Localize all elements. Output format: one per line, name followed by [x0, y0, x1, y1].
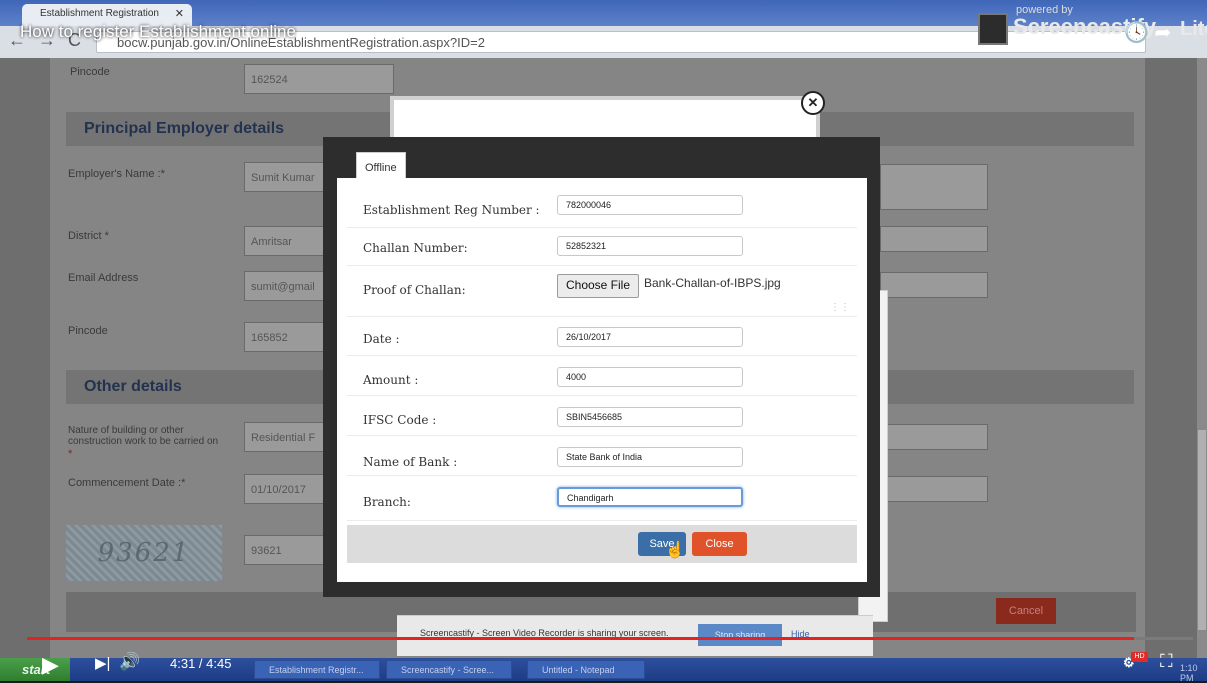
- captcha-input[interactable]: 93621: [244, 535, 324, 565]
- captcha-image: 93621: [66, 525, 222, 581]
- district-right-select[interactable]: [880, 226, 988, 252]
- tab-close-icon[interactable]: ✕: [175, 4, 184, 24]
- watermark-suffix: Lite: [1180, 18, 1207, 40]
- commencement-right-field[interactable]: [880, 476, 988, 502]
- commencement-field[interactable]: 01/10/2017: [244, 474, 324, 504]
- tab-title: Establishment Registration: [40, 8, 159, 19]
- hd-badge: HD: [1131, 652, 1148, 662]
- left-gutter: [0, 58, 50, 658]
- taskbar-clock: 1:10 PM: [1180, 663, 1198, 683]
- start-button[interactable]: start: [0, 658, 70, 681]
- reg-number-label: Establishment Reg Number :: [363, 203, 540, 217]
- district-label: District *: [68, 230, 109, 242]
- email-right-field[interactable]: [880, 272, 988, 298]
- fullscreen-exit-icon[interactable]: ⛶: [1160, 651, 1173, 672]
- ifsc-label: IFSC Code :: [363, 413, 437, 427]
- watch-later-share-icons[interactable]: 🕓 ➦: [1124, 20, 1171, 45]
- scrollbar-thumb[interactable]: [1198, 430, 1206, 630]
- nature-label: Nature of building or other construction…: [68, 425, 219, 447]
- next-icon[interactable]: ▶|: [95, 654, 110, 672]
- tab-offline[interactable]: Offline: [356, 152, 406, 180]
- employer-name-label: Employer's Name :*: [68, 168, 165, 180]
- branch-label: Branch:: [363, 495, 411, 509]
- task-establishment[interactable]: Establishment Registr...: [254, 660, 380, 679]
- challan-number-input[interactable]: 52852321: [557, 236, 743, 256]
- pincode-top-label: Pincode: [70, 66, 110, 78]
- bank-name-label: Name of Bank :: [363, 455, 458, 469]
- modal-footer: [347, 525, 857, 563]
- amount-label: Amount :: [363, 373, 419, 387]
- email-field[interactable]: sumit@gmail: [244, 271, 324, 301]
- email-label: Email Address: [68, 272, 139, 284]
- right-gutter: [1145, 58, 1200, 658]
- hand-cursor-icon: ☝: [665, 542, 685, 559]
- file-name: Bank-Challan-of-IBPS.jpg: [644, 276, 781, 290]
- volume-icon[interactable]: 🔊: [119, 652, 140, 672]
- pincode-label: Pincode: [68, 325, 108, 337]
- proof-challan-label: Proof of Challan:: [363, 283, 466, 297]
- task-screencastify[interactable]: Screencastify - Scree...: [386, 660, 512, 679]
- grip-icon: ⋮⋮: [830, 302, 850, 313]
- pincode-field[interactable]: 165852: [244, 322, 324, 352]
- close-button[interactable]: Close: [692, 532, 747, 556]
- amount-input[interactable]: 4000: [557, 367, 743, 387]
- nature-right-select[interactable]: [880, 424, 988, 450]
- close-circle-icon[interactable]: ✕: [801, 91, 825, 115]
- reg-number-input[interactable]: 782000046: [557, 195, 743, 215]
- ifsc-input[interactable]: SBIN5456685: [557, 407, 743, 427]
- stop-sharing-button[interactable]: Stop sharing: [698, 624, 782, 646]
- task-notepad[interactable]: Untitled - Notepad: [527, 660, 645, 679]
- challan-number-label: Challan Number:: [363, 241, 468, 255]
- commencement-label: Commencement Date :*: [68, 477, 186, 489]
- screencastify-logo-icon: [978, 13, 1008, 45]
- date-label: Date :: [363, 332, 400, 346]
- address-textarea[interactable]: [880, 164, 988, 210]
- video-title[interactable]: How to register Establishment online: [20, 22, 296, 42]
- choose-file-button[interactable]: Choose File: [557, 274, 639, 298]
- bank-name-input[interactable]: State Bank of India: [557, 447, 743, 467]
- date-input[interactable]: 26/10/2017: [557, 327, 743, 347]
- nature-required-mark: *: [68, 448, 73, 460]
- video-progress-fill[interactable]: [27, 637, 1134, 640]
- video-timecode: 4:31 / 4:45: [170, 656, 232, 671]
- district-select[interactable]: Amritsar: [244, 226, 324, 256]
- page-cancel-button[interactable]: Cancel: [996, 598, 1056, 624]
- branch-input[interactable]: Chandigarh: [557, 487, 743, 507]
- nature-select[interactable]: Residential F: [244, 422, 324, 452]
- play-icon[interactable]: ▶: [42, 652, 59, 678]
- employer-name-field[interactable]: Sumit Kumar: [244, 162, 324, 192]
- pincode-top-field[interactable]: 162524: [244, 64, 394, 94]
